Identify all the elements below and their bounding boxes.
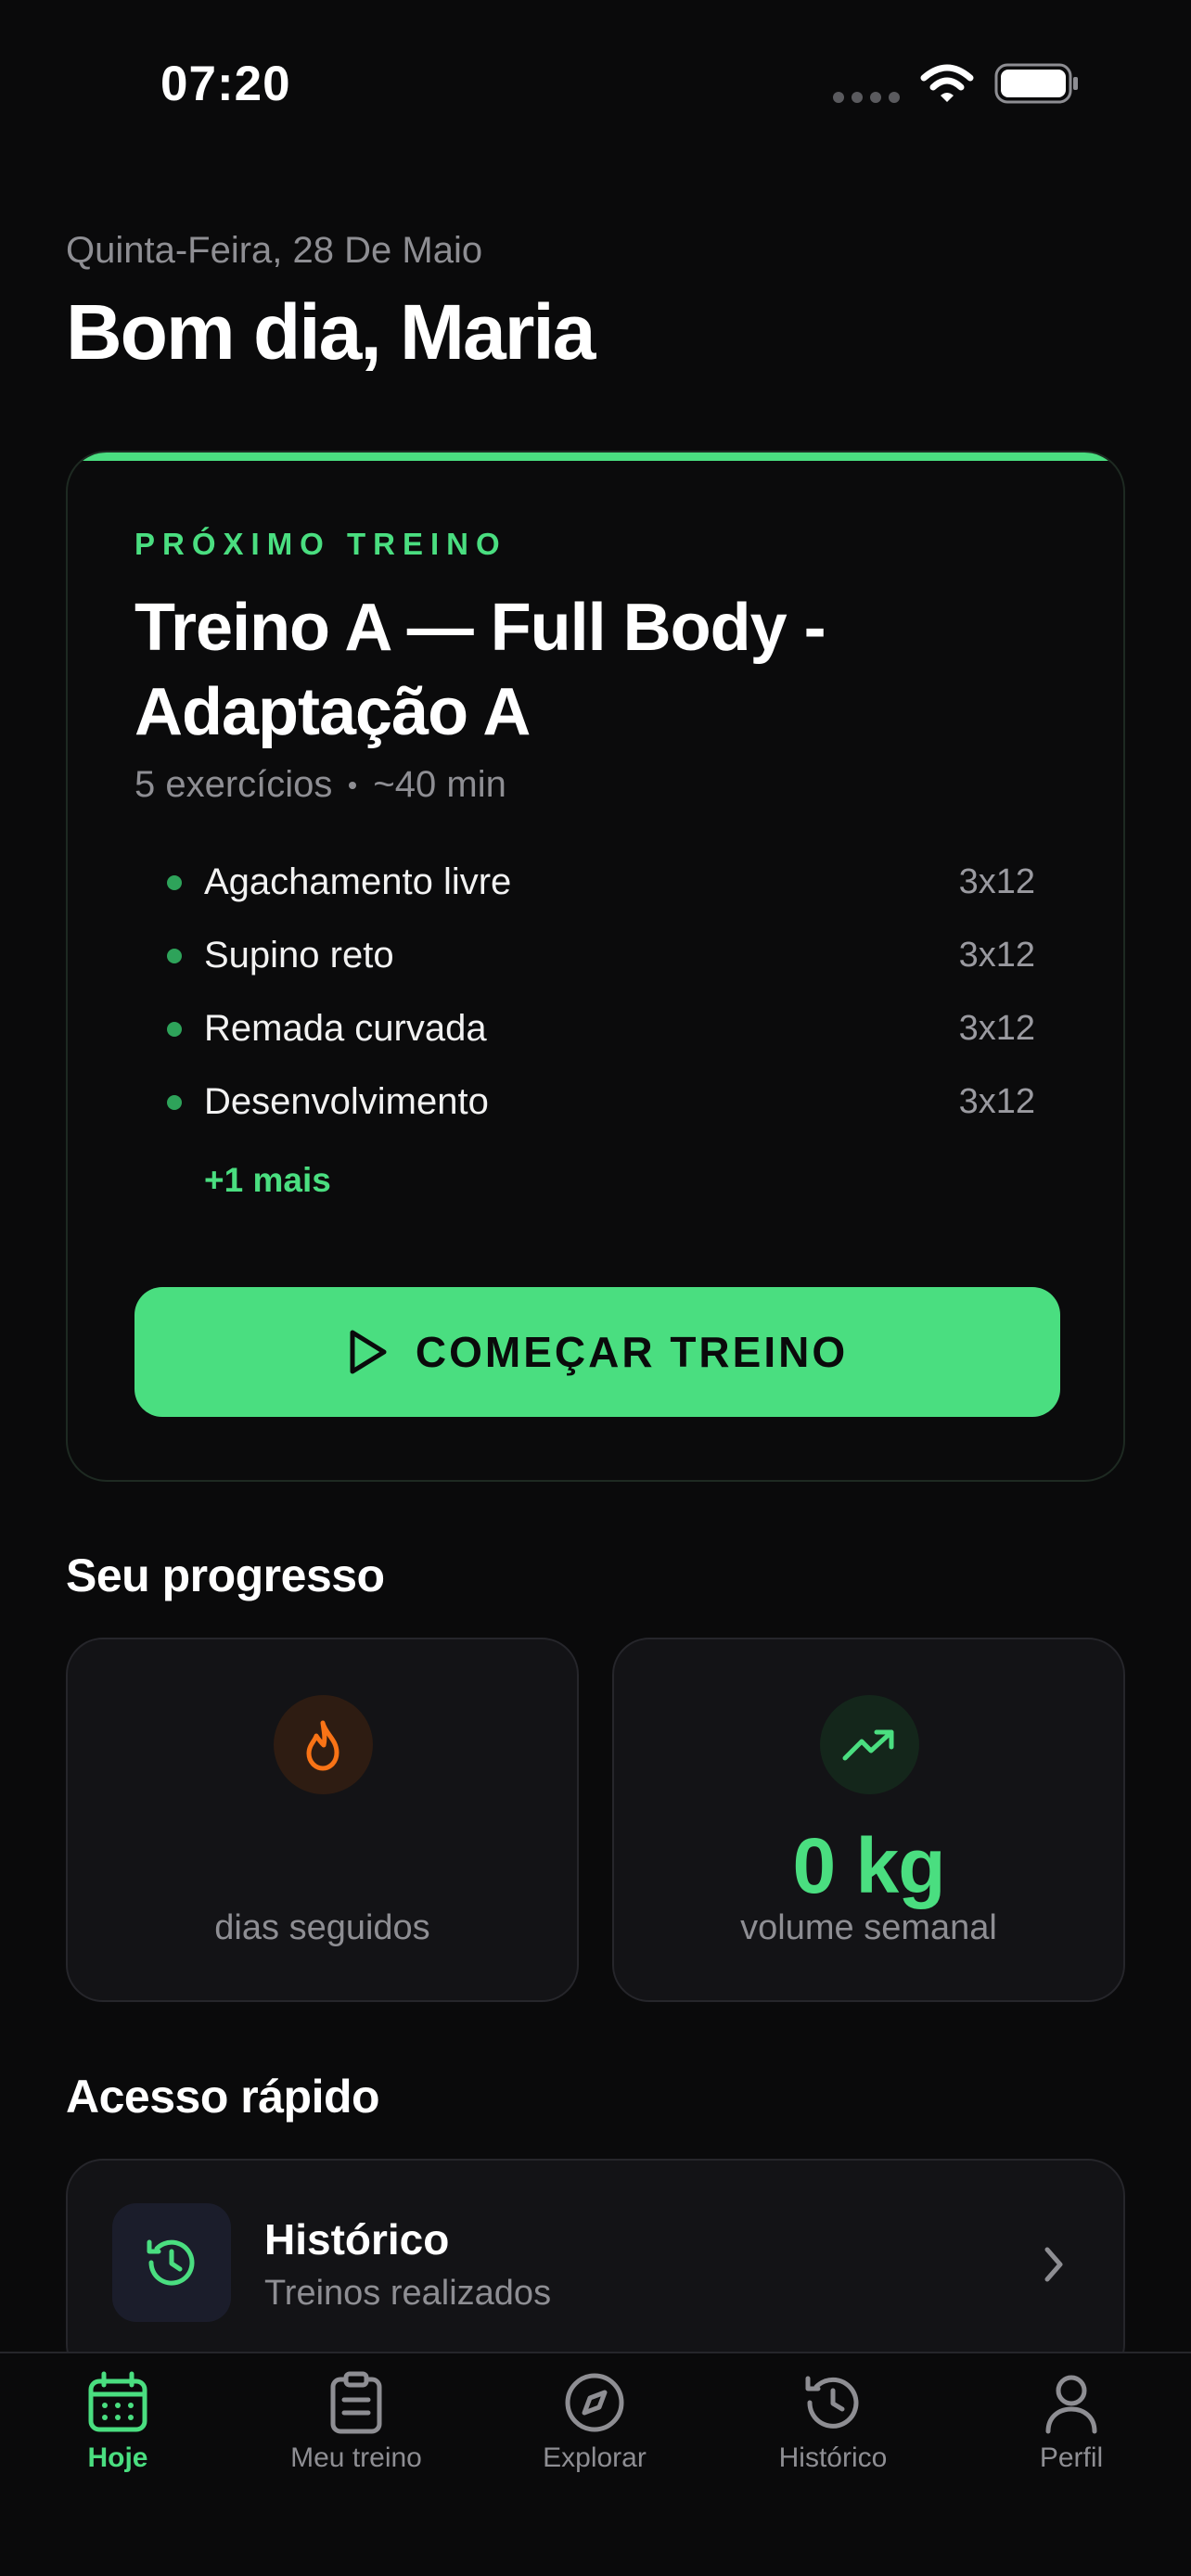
more-exercises-link[interactable]: +1 mais xyxy=(204,1161,331,1200)
exercise-sets: 3x12 xyxy=(958,862,1035,901)
exercise-name: Remada curvada xyxy=(204,1008,487,1049)
chevron-right-icon xyxy=(1044,2247,1063,2282)
tab-label: Hoje xyxy=(87,2442,148,2473)
tab-meu-treino[interactable]: Meu treino xyxy=(254,2370,458,2474)
progress-section-title: Seu progresso xyxy=(66,1549,385,1601)
compass-icon xyxy=(565,2373,624,2432)
exercise-count: 5 exercícios xyxy=(134,764,333,805)
volume-value: 0 kg xyxy=(792,1822,945,1909)
calendar-icon xyxy=(88,2371,147,2432)
exercise-list: Agachamento livre 3x12 Supino reto 3x12 … xyxy=(167,846,1035,1139)
bullet-icon xyxy=(167,1021,182,1037)
exercise-name: Supino reto xyxy=(204,935,394,976)
workout-duration: ~40 min xyxy=(373,764,506,805)
tab-historico[interactable]: Histórico xyxy=(731,2370,935,2474)
quick-access-history[interactable]: Histórico Treinos realizados xyxy=(66,2159,1125,2381)
quick-access-title: Acesso rápido xyxy=(66,2071,380,2123)
user-icon xyxy=(1045,2375,1097,2434)
bullet-icon xyxy=(167,1094,182,1110)
workout-title: Treino A — Full Body - Adaptação A xyxy=(134,591,826,749)
start-workout-label: COMEÇAR TREINO xyxy=(415,1328,849,1376)
exercise-item: Supino reto 3x12 xyxy=(167,919,1035,992)
current-date: Quinta-Feira, 28 De Maio xyxy=(66,230,483,271)
trending-up-icon xyxy=(819,1695,919,1794)
home-screen: 07:20 Quinta-Feira, 28 De Maio Bom dia, … xyxy=(0,0,1191,2576)
exercise-item: Desenvolvimento 3x12 xyxy=(167,1065,1035,1139)
status-icons xyxy=(833,63,1080,104)
exercise-name: Desenvolvimento xyxy=(204,1081,489,1122)
exercise-sets: 3x12 xyxy=(958,1009,1035,1048)
exercise-name: Agachamento livre xyxy=(204,861,512,902)
volume-card: 0 kg volume semanal xyxy=(612,1638,1125,2002)
volume-label: volume semanal xyxy=(740,1908,997,1947)
battery-icon xyxy=(994,63,1078,104)
tab-label: Explorar xyxy=(543,2442,647,2473)
exercise-item: Remada curvada 3x12 xyxy=(167,992,1035,1065)
exercise-sets: 3x12 xyxy=(958,1082,1035,1121)
quick-item-subtitle: Treinos realizados xyxy=(264,2274,552,2313)
flame-icon xyxy=(273,1695,373,1794)
tab-bar: Hoje Meu treino Explorar Histórico Perfi… xyxy=(0,2352,1191,2576)
cellular-signal-icon xyxy=(833,92,900,103)
bullet-icon xyxy=(167,874,182,890)
bullet-icon xyxy=(167,948,182,963)
tab-label: Perfil xyxy=(1039,2442,1104,2473)
wifi-icon xyxy=(920,64,974,102)
start-workout-button[interactable]: COMEÇAR TREINO xyxy=(134,1287,1060,1417)
tab-perfil[interactable]: Perfil xyxy=(969,2370,1173,2474)
streak-card: dias seguidos xyxy=(66,1638,579,2002)
tab-hoje[interactable]: Hoje xyxy=(16,2370,220,2474)
next-workout-card[interactable]: PRÓXIMO TREINO Treino A — Full Body - Ad… xyxy=(66,451,1125,1482)
exercise-item: Agachamento livre 3x12 xyxy=(167,846,1035,919)
tab-label: Meu treino xyxy=(290,2442,422,2473)
meta-separator xyxy=(349,781,357,789)
streak-label: dias seguidos xyxy=(214,1908,430,1947)
play-icon xyxy=(350,1330,387,1374)
history-icon xyxy=(805,2376,859,2429)
clipboard-icon xyxy=(330,2371,382,2434)
history-icon xyxy=(112,2203,231,2322)
quick-item-title: Histórico xyxy=(264,2215,450,2264)
tab-label: Histórico xyxy=(778,2442,888,2473)
workout-meta: 5 exercícios ~40 min xyxy=(134,764,506,806)
status-time: 07:20 xyxy=(160,57,291,111)
exercise-sets: 3x12 xyxy=(958,936,1035,975)
greeting-title: Bom dia, Maria xyxy=(66,288,596,376)
tab-explorar[interactable]: Explorar xyxy=(493,2370,697,2474)
next-workout-eyebrow: PRÓXIMO TREINO xyxy=(134,527,507,561)
